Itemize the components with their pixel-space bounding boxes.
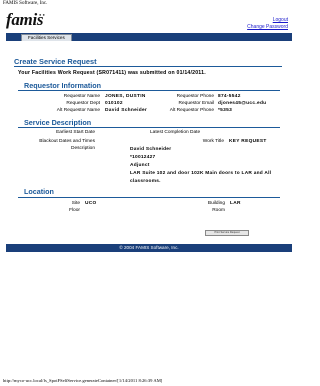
floor-label: Floor <box>69 208 80 213</box>
requestor-phone-value: 874-5542 <box>218 94 241 99</box>
logo-mark-icon: ● ● <box>39 12 45 17</box>
requestor-email-label: Requestor Email <box>178 101 214 106</box>
requestor-name-label: Requestor Name <box>63 94 100 99</box>
location-heading: Location <box>24 187 54 196</box>
requestor-dept-value: 010102 <box>105 101 123 106</box>
site-label: Site <box>71 201 80 206</box>
requestor-email-value: djones45@ucc.edu <box>218 101 267 106</box>
top-links: Logout Change Password <box>247 17 288 31</box>
title-divider <box>14 66 282 67</box>
building-label: Building <box>207 201 225 206</box>
change-password-link[interactable]: Change Password <box>247 24 288 31</box>
famis-logo[interactable]: famis ● ● <box>6 10 62 30</box>
latest-completion-label: Latest Completion Date <box>150 130 201 135</box>
requestor-phone-label: Requestor Phone <box>176 94 214 99</box>
location-divider <box>18 197 280 198</box>
footer-bar: © 2004 FAMIS Software, Inc. <box>6 244 292 252</box>
alt-requestor-phone-label: Alt Requestor Phone <box>169 108 214 113</box>
service-heading: Service Description <box>24 118 92 127</box>
description-line: *10012427 <box>130 155 156 160</box>
logout-link[interactable]: Logout <box>247 17 288 24</box>
description-line: LAR Suite 102 and door 102K Main doors t… <box>130 171 272 176</box>
description-line: classrooms. <box>130 179 161 184</box>
requestor-heading: Requestor Information <box>24 81 102 90</box>
page-title: Create Service Request <box>14 57 97 66</box>
print-header: FAMIS Software, Inc. <box>3 1 48 6</box>
room-label: Room <box>212 208 225 213</box>
work-title-value: KEY REQUEST <box>229 139 267 144</box>
nav-bar: Facilities Services <box>6 33 292 41</box>
work-title-label: Work Title <box>202 139 224 144</box>
requestor-divider <box>18 90 280 91</box>
alt-requestor-phone-value: *5353 <box>218 108 233 113</box>
print-footer: http://myco-ucc.local/fs_SpotFSelfServic… <box>3 378 163 383</box>
description-line: David Schneider <box>130 147 172 152</box>
submission-message: Your Facilities Work Request (SR071411) … <box>18 70 206 76</box>
logo-text: famis <box>6 10 44 29</box>
building-value: LAR <box>230 201 241 206</box>
blackout-dates-label: Blackout Dates and Times <box>39 139 95 144</box>
requestor-dept-label: Requestor Dept <box>66 101 100 106</box>
description-line: Adjunct <box>130 163 150 168</box>
tab-facilities-services[interactable]: Facilities Services <box>21 34 72 41</box>
site-value: UCO <box>85 201 97 206</box>
print-service-request-button[interactable]: Print Service Request <box>205 230 249 236</box>
earliest-start-label: Earliest Start Date <box>56 130 95 135</box>
alt-requestor-name-label: Alt Requestor Name <box>56 108 100 113</box>
description-value: David Schneider *10012427 Adjunct LAR Su… <box>130 146 271 186</box>
service-divider <box>18 127 280 128</box>
description-label: Description <box>71 146 95 151</box>
